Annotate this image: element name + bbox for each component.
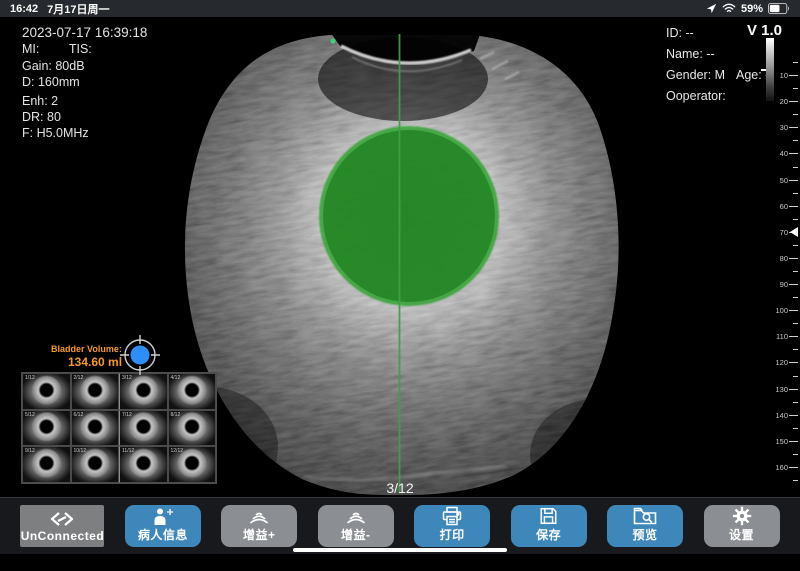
patient-info-button-label: 病人信息	[138, 526, 188, 543]
settings-button[interactable]: 设置	[704, 505, 780, 547]
bladder-segmentation-overlay	[319, 126, 499, 306]
tis-label: TIS:	[69, 42, 92, 56]
patient-info-button[interactable]: 病人信息	[125, 505, 201, 547]
location-arrow-icon	[706, 3, 717, 14]
thumbnail-frame[interactable]: 8/12	[168, 410, 217, 447]
frame-indicator: 3/12	[360, 480, 440, 496]
home-indicator[interactable]	[293, 548, 507, 552]
probe-marker-dot	[330, 38, 335, 43]
gain-waves-icon	[343, 508, 369, 526]
gain-plus-button-label: 增益+	[243, 526, 276, 543]
print-button-label: 打印	[440, 526, 465, 543]
center-scan-line	[399, 34, 401, 493]
date: 7月17日周一	[47, 1, 109, 17]
gain-minus-button-label: 增益-	[341, 526, 371, 543]
bottom-toolbar: UnConnected 病人信息 增益+ 增益- 打印 保存 预览 设置	[0, 497, 800, 554]
bladder-position-target	[116, 331, 164, 384]
thumbnail-frame[interactable]: 10/12	[71, 446, 120, 483]
grayscale-marker	[761, 69, 766, 71]
scan-parameters: 2023-07-17 16:39:18 MI: TIS: Gain: 80dB …	[22, 25, 147, 142]
status-bar: 16:42 7月17日周一 59%	[0, 0, 800, 17]
thumbnail-frame-label: 8/12	[171, 412, 181, 418]
thumbnail-frame[interactable]: 4/12	[168, 373, 217, 410]
thumbnail-frame-label: 6/12	[74, 412, 84, 418]
thumbnail-frame-label: 7/12	[122, 412, 132, 418]
preview-button[interactable]: 预览	[607, 505, 683, 547]
wifi-icon	[722, 3, 736, 14]
gain-minus-button[interactable]: 增益-	[318, 505, 394, 547]
save-button[interactable]: 保存	[511, 505, 587, 547]
thumbnail-frame-label: 10/12	[74, 448, 87, 454]
dr-value: DR: 80	[22, 109, 147, 125]
patient-id: ID: --	[666, 26, 694, 40]
unconnected-button-label: UnConnected	[21, 529, 105, 543]
patient-gender: Gender: M	[666, 68, 725, 82]
save-icon	[538, 506, 559, 526]
version-label: V 1.0	[747, 22, 782, 39]
print-button[interactable]: 打印	[414, 505, 490, 547]
thumbnail-frame-label: 4/12	[171, 375, 181, 381]
unconnected-button[interactable]: UnConnected	[20, 505, 104, 547]
thumbnail-frame-label: 2/12	[74, 375, 84, 381]
printer-icon	[440, 506, 464, 526]
thumbnail-frame[interactable]: 2/12	[71, 373, 120, 410]
mi-label: MI:	[22, 42, 39, 56]
settings-icon	[731, 506, 753, 526]
thumbnail-frame-label: 9/12	[25, 448, 35, 454]
thumbnail-frame[interactable]: 6/12	[71, 410, 120, 447]
thumbnail-frame[interactable]: 9/12	[22, 446, 71, 483]
disconnected-icon	[47, 509, 77, 529]
gain-waves-icon	[246, 508, 272, 526]
thumbnail-grid: 1/122/123/124/125/126/127/128/129/1210/1…	[21, 372, 217, 484]
enh-value: Enh: 2	[22, 93, 147, 109]
freq-value: F: H5.0MHz	[22, 125, 147, 141]
bladder-center-dot	[131, 346, 150, 365]
thumbnail-frame[interactable]: 5/12	[22, 410, 71, 447]
gain-value: Gain: 80dB	[22, 58, 147, 74]
gain-plus-button[interactable]: 增益+	[221, 505, 297, 547]
settings-button-label: 设置	[729, 526, 754, 543]
depth-value: D: 160mm	[22, 74, 147, 90]
battery-percent: 59%	[741, 3, 763, 15]
save-button-label: 保存	[536, 526, 561, 543]
thumbnail-frame[interactable]: 7/12	[119, 410, 168, 447]
thumbnail-frame-label: 11/12	[122, 448, 134, 454]
patient-name: Name: --	[666, 47, 715, 61]
thumbnail-frame-label: 1/12	[25, 375, 35, 381]
clock: 16:42	[10, 3, 38, 15]
grayscale-bar	[766, 38, 774, 101]
thumbnail-frame[interactable]: 12/12	[168, 446, 217, 483]
patient-icon	[150, 507, 176, 526]
bladder-volume-label: Bladder Volume:	[51, 344, 122, 354]
thumbnail-frame-label: 5/12	[25, 412, 35, 418]
scan-datetime: 2023-07-17 16:39:18	[22, 25, 147, 41]
preview-button-label: 预览	[633, 526, 658, 543]
thumbnail-frame-label: 12/12	[171, 448, 184, 454]
bladder-volume-value: 134.60 ml	[68, 355, 122, 369]
thumbnail-frame[interactable]: 1/12	[22, 373, 71, 410]
battery-icon	[768, 3, 790, 14]
thumbnail-frame[interactable]: 11/12	[119, 446, 168, 483]
operator-label: Ooperator:	[666, 89, 726, 103]
preview-icon	[632, 506, 658, 526]
